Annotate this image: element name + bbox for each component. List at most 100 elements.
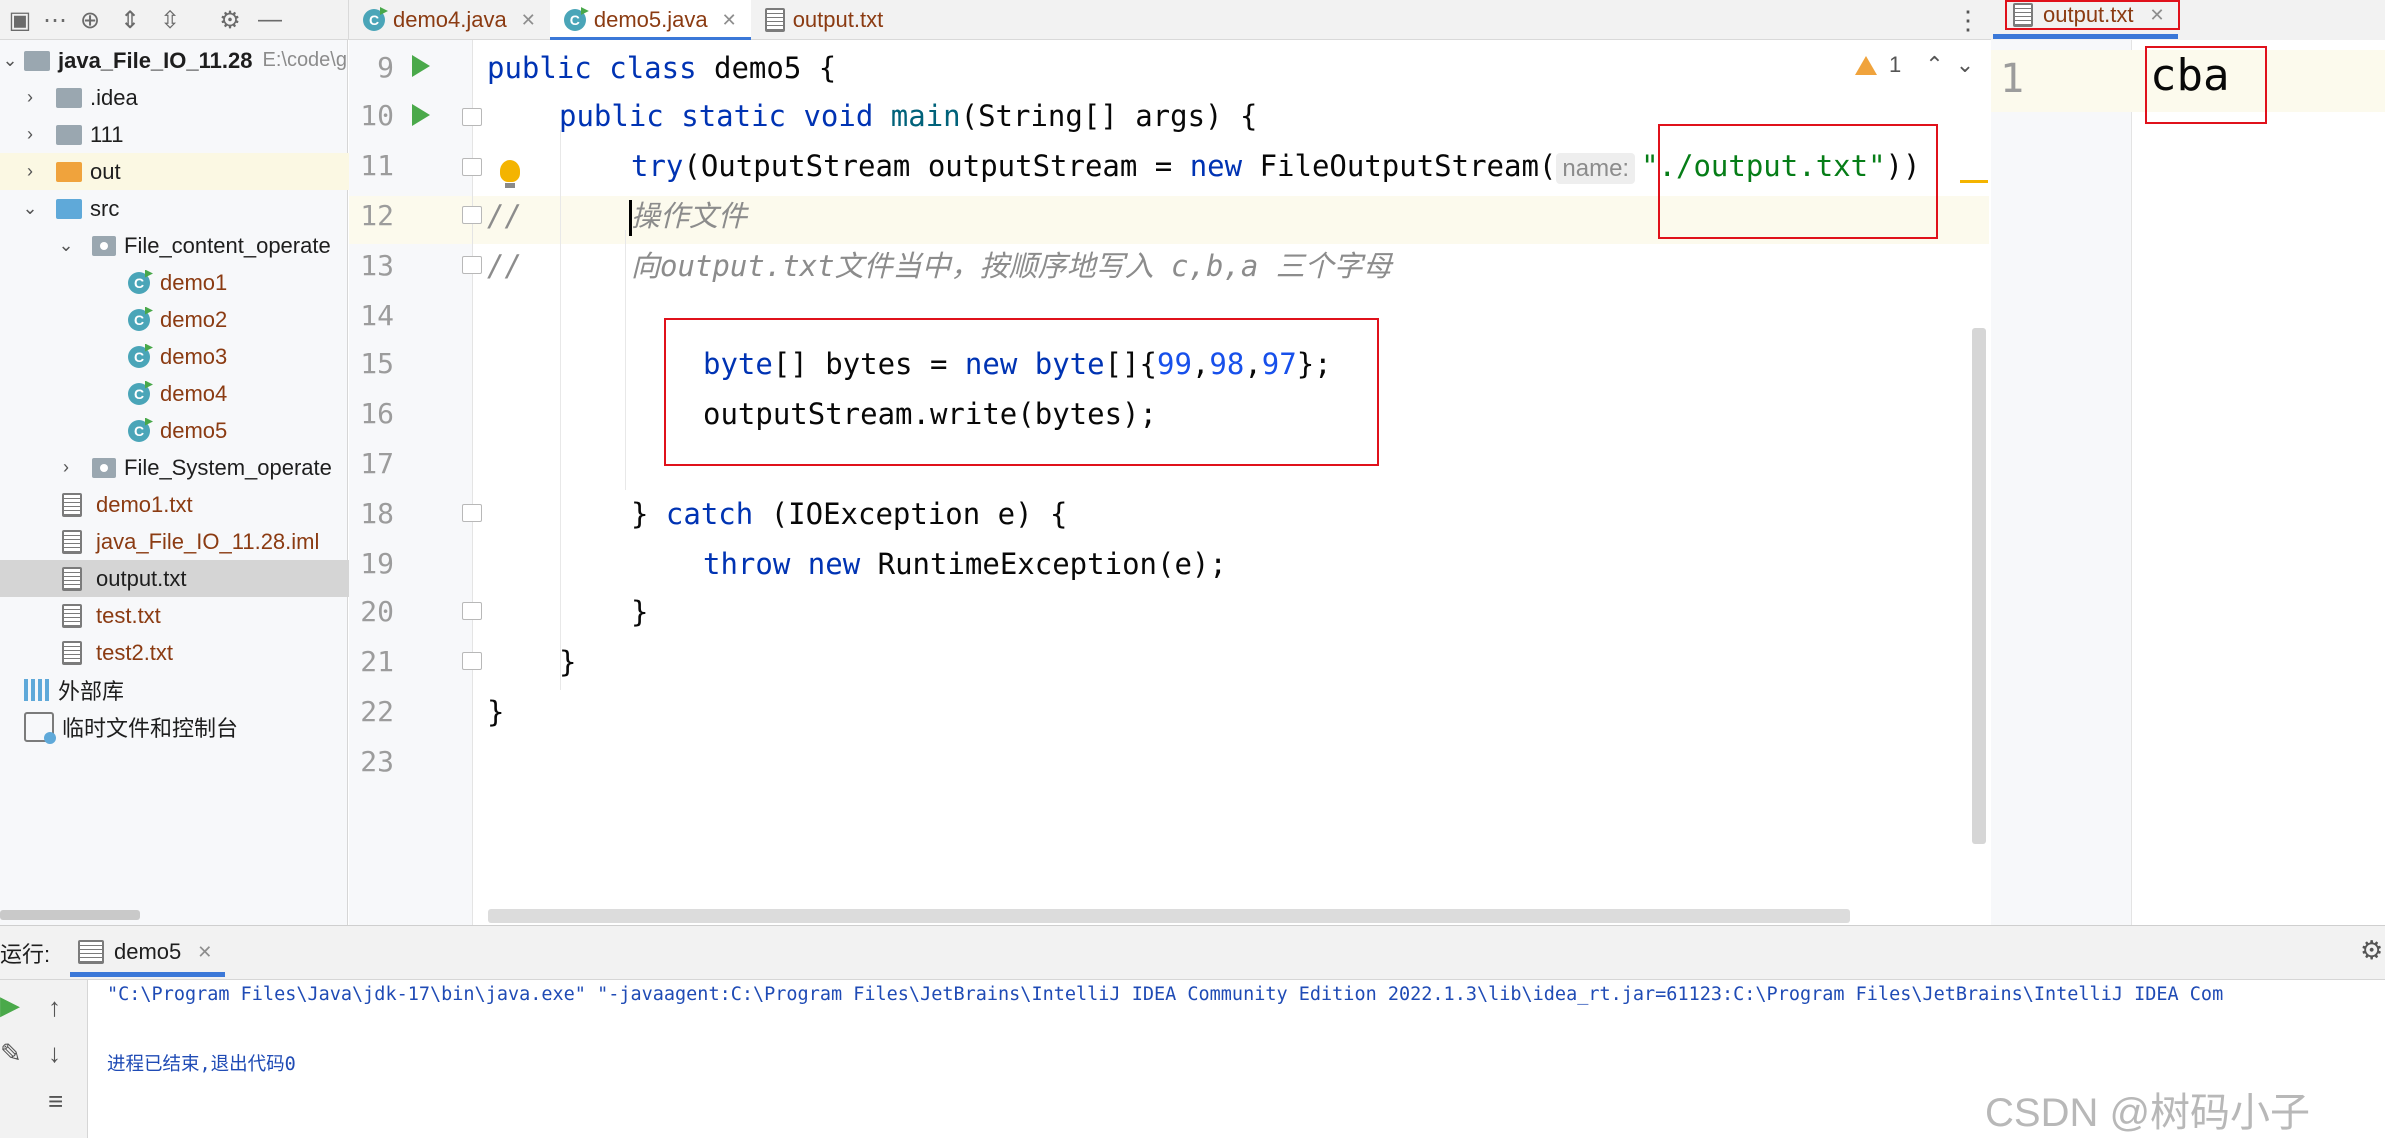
- annotation-box-bytes: [664, 318, 1379, 466]
- code-text: RuntimeException(e);: [860, 547, 1227, 581]
- close-icon[interactable]: ✕: [2150, 5, 2165, 26]
- console-line: 进程已结束,退出代码0: [107, 1054, 296, 1075]
- tab-demo4-java[interactable]: C demo4.java ✕: [349, 0, 550, 40]
- text-file-icon: [62, 603, 82, 628]
- comment: 向output.txt文件当中，按顺序地写入 c,b,a 三个字母: [631, 249, 1392, 283]
- tree-item-label: demo1.txt: [96, 491, 193, 517]
- locate-file-icon[interactable]: ⊕: [70, 0, 110, 40]
- fold-icon[interactable]: [462, 206, 482, 224]
- fold-icon[interactable]: [462, 602, 482, 620]
- rerun-icon[interactable]: ▶: [0, 990, 20, 1021]
- java-class-icon: C: [128, 271, 150, 294]
- editor-vertical-scrollbar[interactable]: [1972, 328, 1986, 844]
- tree-item-111[interactable]: › 111: [0, 116, 367, 153]
- run-tab-label: demo5: [114, 939, 182, 964]
- expand-all-icon[interactable]: ⇕: [110, 0, 150, 40]
- close-icon[interactable]: ✕: [521, 10, 536, 31]
- folder-icon: [56, 161, 82, 182]
- chevron-down-icon[interactable]: ⌄: [56, 235, 76, 256]
- gear-icon[interactable]: ⚙: [2360, 935, 2383, 966]
- text-caret: [629, 200, 632, 236]
- keyword: new: [807, 547, 861, 581]
- arrow-up-icon[interactable]: ↑: [48, 992, 61, 1023]
- tree-item-external-libraries[interactable]: 外部库: [0, 671, 371, 708]
- intention-bulb-icon[interactable]: [500, 160, 520, 188]
- keyword: try: [631, 149, 684, 183]
- tree-item-scratches[interactable]: 临时文件和控制台: [0, 708, 371, 745]
- right-tab-output-txt[interactable]: output.txt ✕: [2005, 0, 2180, 30]
- run-main-icon[interactable]: [412, 104, 430, 126]
- fold-icon[interactable]: [462, 652, 482, 670]
- tree-item-out[interactable]: › out: [0, 153, 367, 190]
- gear-icon[interactable]: ⚙: [210, 0, 250, 40]
- chevron-down-icon[interactable]: ⌄: [1956, 52, 1974, 78]
- tree-item-test2-txt[interactable]: test2.txt: [0, 634, 409, 671]
- text-file-icon: [62, 492, 82, 517]
- chevron-right-icon[interactable]: ›: [20, 87, 40, 108]
- tree-item-file-content-operate[interactable]: ⌄ File_content_operate: [0, 227, 403, 264]
- package-icon: [92, 457, 116, 478]
- line-number: 15: [360, 347, 394, 380]
- arrow-down-icon[interactable]: ↓: [48, 1038, 61, 1069]
- tree-item-label: 111: [90, 121, 124, 147]
- fold-icon[interactable]: [462, 108, 482, 126]
- line-number: 20: [360, 595, 394, 628]
- close-icon[interactable]: ✕: [722, 10, 737, 31]
- code-line-13: //: [487, 242, 522, 290]
- soft-wrap-icon[interactable]: ≡: [48, 1086, 63, 1117]
- tab-output-txt[interactable]: output.txt: [751, 0, 898, 40]
- chevron-down-icon[interactable]: ⌄: [0, 50, 20, 71]
- tree-item-label: demo3: [160, 343, 228, 369]
- tab-demo5-java[interactable]: C demo5.java ✕: [549, 0, 751, 41]
- chevron-right-icon[interactable]: ›: [56, 457, 76, 478]
- run-panel-header: [0, 925, 2385, 980]
- code-line-18: } catch (IOException e) {: [631, 490, 1068, 538]
- inspection-widget[interactable]: 1 ⌃ ⌄: [1855, 52, 1974, 78]
- tree-item-label: src: [90, 195, 120, 221]
- tree-item-file-system-operate[interactable]: › File_System_operate: [0, 449, 403, 486]
- indent-guide: [560, 130, 561, 690]
- code-text: (IOException e) {: [753, 497, 1068, 531]
- tab-label: output.txt: [2043, 2, 2134, 27]
- editor-horizontal-scrollbar[interactable]: [488, 909, 1850, 923]
- method-name: main: [890, 99, 961, 133]
- active-tab-indicator: [1993, 34, 2178, 39]
- code-text: (OutputStream outputStream =: [683, 149, 1190, 183]
- tree-item-label: demo5: [160, 417, 228, 443]
- run-class-icon[interactable]: [412, 55, 430, 77]
- tree-item-idea[interactable]: › .idea: [0, 79, 367, 116]
- chevron-right-icon[interactable]: ›: [20, 161, 40, 182]
- parameter-hint: name:: [1556, 153, 1636, 184]
- tree-item-output-txt[interactable]: output.txt: [0, 560, 409, 597]
- minimize-icon[interactable]: —: [250, 0, 290, 40]
- tree-item-label: java_File_IO_11.28: [57, 47, 253, 73]
- keyword: throw: [703, 547, 791, 581]
- more-dots-icon[interactable]: ⋯: [40, 0, 70, 40]
- project-scrollbar[interactable]: [0, 910, 140, 920]
- run-tab-demo5[interactable]: demo5 ✕: [70, 925, 225, 979]
- tree-item-iml[interactable]: java_File_IO_11.28.iml: [0, 523, 409, 560]
- wrench-icon[interactable]: ✎: [0, 1038, 22, 1069]
- fold-icon[interactable]: [462, 504, 482, 522]
- chevron-up-icon[interactable]: ⌃: [1925, 52, 1943, 78]
- tree-item-test-txt[interactable]: test.txt: [0, 597, 409, 634]
- java-class-icon: C: [563, 9, 586, 31]
- line-number: 16: [360, 397, 394, 430]
- line-number: 11: [360, 149, 394, 182]
- project-toolbar: ▣ ⋯ ⊕ ⇕ ⇳ ⚙ —: [0, 0, 348, 40]
- tree-item-label: test2.txt: [96, 639, 174, 665]
- project-view-icon[interactable]: ▣: [0, 0, 40, 40]
- tab-more-icon[interactable]: ⋮: [1950, 0, 1986, 40]
- tree-item-demo1-txt[interactable]: demo1.txt: [0, 486, 409, 523]
- fold-icon[interactable]: [462, 158, 482, 176]
- tree-item-src[interactable]: ⌄ src: [0, 190, 367, 227]
- tree-root[interactable]: ⌄ java_File_IO_11.28 E:\code\g: [0, 42, 347, 79]
- fold-icon[interactable]: [462, 256, 482, 274]
- collapse-all-icon[interactable]: ⇳: [150, 0, 190, 40]
- chevron-down-icon[interactable]: ⌄: [20, 198, 40, 219]
- close-icon[interactable]: ✕: [197, 942, 212, 963]
- chevron-right-icon[interactable]: ›: [20, 124, 40, 145]
- scratches-icon: [24, 711, 56, 744]
- indent-guide: [625, 230, 626, 490]
- module-file-icon: [62, 529, 82, 554]
